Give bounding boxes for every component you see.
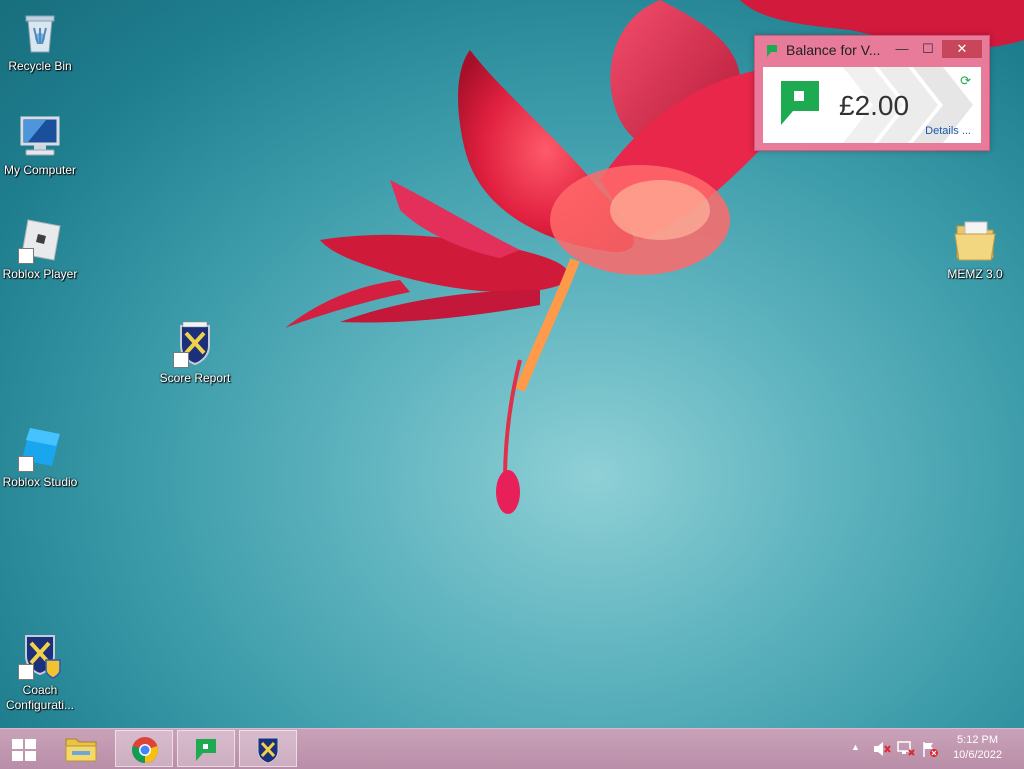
- taskbar: ▲ 5:12 PM 10/6/2022: [0, 728, 1024, 769]
- desktop-icon-label: Roblox Studio: [2, 475, 78, 489]
- minimize-button[interactable]: —: [889, 40, 915, 58]
- recycle-bin-shortcut[interactable]: Recycle Bin: [0, 8, 80, 74]
- folder-icon: [951, 216, 999, 264]
- shortcut-arrow-icon: [18, 456, 34, 472]
- network-icon[interactable]: [897, 740, 915, 763]
- balance-window[interactable]: Balance for V... — ☐ ✕ £2.00 ⟳ Details .…: [754, 35, 990, 151]
- balance-panel: £2.00 ⟳ Details ...: [763, 67, 981, 143]
- shortcut-arrow-icon: [173, 352, 189, 368]
- start-button[interactable]: [0, 730, 48, 767]
- desktop-icon-label: Roblox Player: [2, 267, 78, 281]
- maximize-button[interactable]: ☐: [915, 40, 941, 58]
- my-computer-shortcut[interactable]: My Computer: [0, 112, 80, 178]
- clock[interactable]: 5:12 PM 10/6/2022: [953, 733, 1002, 763]
- app-logo-icon: [767, 44, 777, 57]
- score-report-icon: [255, 736, 281, 769]
- details-link[interactable]: Details ...: [925, 125, 971, 137]
- taskbar-balance-app[interactable]: [177, 730, 235, 767]
- close-button[interactable]: ✕: [942, 40, 982, 58]
- score-report-icon: [171, 320, 219, 368]
- window-title: Balance for V...: [786, 42, 881, 58]
- taskbar-file-explorer[interactable]: [53, 730, 111, 767]
- roblox-player-shortcut[interactable]: Roblox Player: [0, 216, 80, 282]
- roblox-player-icon: [16, 216, 64, 264]
- file-explorer-icon: [64, 735, 98, 768]
- shortcut-arrow-icon: [18, 248, 34, 264]
- clock-time: 5:12 PM: [957, 734, 999, 746]
- balance-app-icon: [196, 739, 216, 766]
- desktop: Recycle Bin My Computer Roblox Player Sc…: [0, 0, 1024, 728]
- coach-configuration-shortcut[interactable]: Coach Configurati...: [0, 632, 80, 713]
- refresh-icon[interactable]: ⟳: [960, 73, 971, 89]
- recycle-bin-icon: [16, 8, 64, 56]
- chrome-icon: [131, 736, 159, 769]
- roblox-studio-shortcut[interactable]: Roblox Studio: [0, 424, 80, 490]
- shortcut-arrow-icon: [18, 664, 34, 680]
- window-titlebar[interactable]: Balance for V... — ☐ ✕: [755, 36, 989, 62]
- roblox-studio-icon: [16, 424, 64, 472]
- taskbar-score-report[interactable]: [239, 730, 297, 767]
- desktop-icon-label: Score Report: [159, 371, 231, 385]
- balance-amount: £2.00: [839, 90, 910, 121]
- computer-icon: [16, 112, 64, 160]
- score-report-shortcut[interactable]: Score Report: [155, 320, 235, 386]
- taskbar-chrome[interactable]: [115, 730, 173, 767]
- desktop-icon-label: Recycle Bin: [8, 59, 72, 73]
- desktop-icon-label: Coach Configurati...: [5, 683, 75, 712]
- balance-logo-icon: [781, 81, 819, 127]
- action-center-flag-icon[interactable]: [921, 740, 939, 763]
- coach-configuration-icon: [16, 632, 64, 680]
- memz-folder[interactable]: MEMZ 3.0: [935, 216, 1015, 282]
- clock-date: 10/6/2022: [953, 749, 1002, 761]
- start-icon: [12, 739, 36, 766]
- desktop-icon-label: MEMZ 3.0: [947, 267, 1003, 281]
- desktop-icon-label: My Computer: [3, 163, 77, 177]
- show-hidden-icons-button[interactable]: ▲: [851, 742, 860, 752]
- volume-muted-icon[interactable]: [873, 741, 891, 762]
